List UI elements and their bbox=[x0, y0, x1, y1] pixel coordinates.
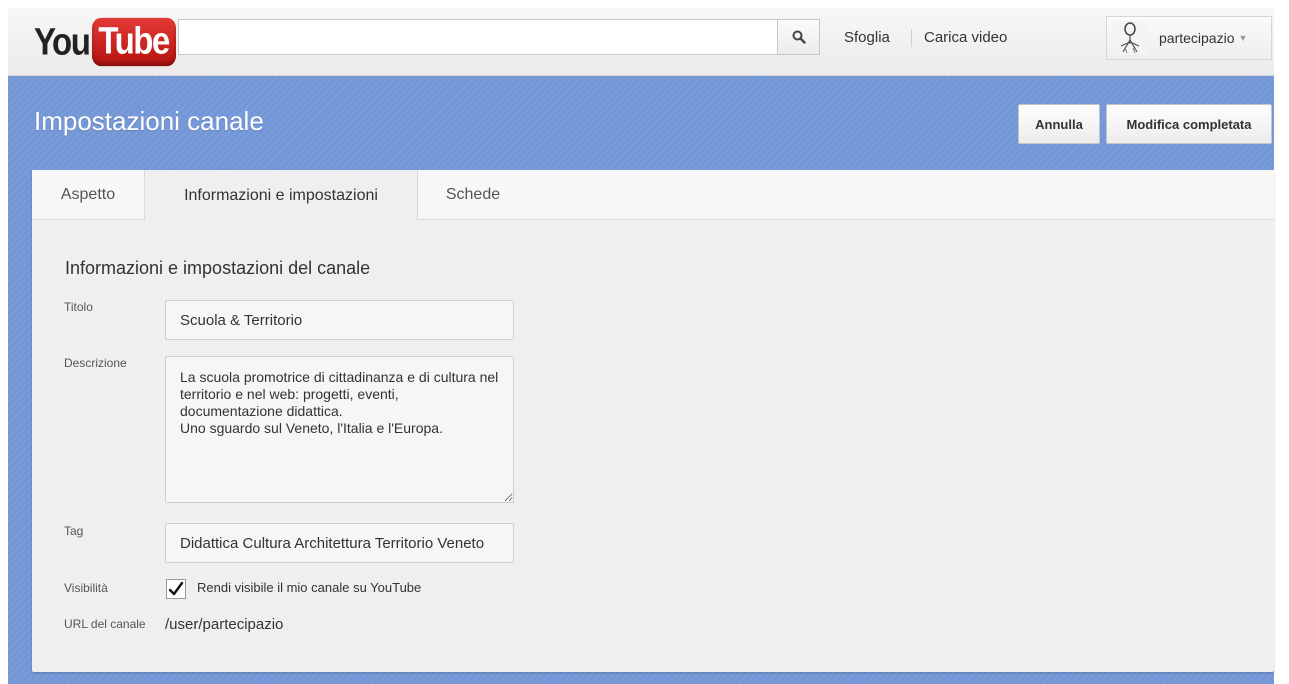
browse-link[interactable]: Sfoglia bbox=[844, 29, 890, 46]
page-title: Impostazioni canale bbox=[34, 106, 264, 136]
section-title: Informazioni e impostazioni del canale bbox=[65, 258, 371, 278]
channel-url-label: URL del canale bbox=[64, 617, 146, 631]
upload-link[interactable]: Carica video bbox=[924, 29, 1007, 46]
search-button[interactable] bbox=[778, 19, 820, 55]
tab-info-settings[interactable]: Informazioni e impostazioni bbox=[144, 170, 418, 221]
visibility-checkbox[interactable] bbox=[166, 579, 186, 599]
tag-input[interactable] bbox=[165, 523, 514, 563]
channel-header-band: Impostazioni canale Annulla Modifica com… bbox=[8, 76, 1274, 684]
title-label: Titolo bbox=[64, 300, 93, 314]
cancel-button[interactable]: Annulla bbox=[1018, 104, 1100, 144]
tab-aspect[interactable]: Aspetto bbox=[32, 170, 144, 220]
logo-you-text: You bbox=[34, 20, 91, 63]
nav-separator bbox=[911, 29, 912, 47]
description-label: Descrizione bbox=[64, 356, 127, 370]
youtube-logo[interactable]: You Tube bbox=[34, 17, 176, 67]
channel-url-value: /user/partecipazio bbox=[165, 616, 284, 633]
avatar-icon bbox=[1113, 21, 1147, 55]
masthead: You Tube Sfoglia Carica video partecipaz… bbox=[8, 8, 1274, 76]
page: You Tube Sfoglia Carica video partecipaz… bbox=[0, 0, 1289, 684]
user-name: partecipazio bbox=[1159, 30, 1235, 46]
title-input[interactable] bbox=[165, 300, 514, 340]
logo-tube-text: Tube bbox=[92, 17, 176, 67]
settings-panel: Aspetto Informazioni e impostazioni Sche… bbox=[32, 170, 1274, 672]
tag-label: Tag bbox=[64, 524, 84, 538]
user-menu[interactable]: partecipazio ▼ bbox=[1106, 16, 1272, 60]
tab-sections[interactable]: Schede bbox=[418, 170, 528, 220]
visibility-checkbox-label[interactable]: Rendi visibile il mio canale su YouTube bbox=[197, 580, 421, 595]
search-input[interactable] bbox=[178, 19, 778, 55]
caret-down-icon: ▼ bbox=[1238, 33, 1248, 43]
visibility-label: Visibilità bbox=[64, 581, 108, 595]
checkmark-icon bbox=[168, 581, 184, 596]
done-button[interactable]: Modifica completata bbox=[1106, 104, 1272, 144]
description-textarea[interactable]: La scuola promotrice di cittadinanza e d… bbox=[165, 356, 514, 503]
search-icon bbox=[792, 30, 806, 44]
tab-bar: Aspetto Informazioni e impostazioni Sche… bbox=[32, 170, 1274, 221]
